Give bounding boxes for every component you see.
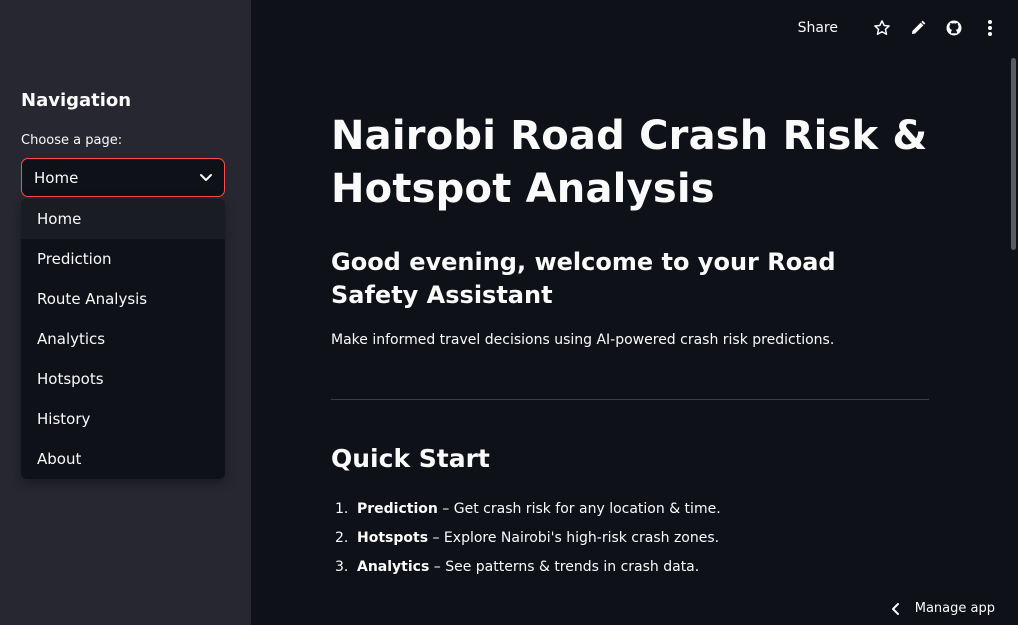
- github-icon[interactable]: [944, 18, 964, 38]
- page-select-label: Choose a page:: [21, 133, 123, 148]
- chevron-left-icon: [891, 602, 899, 615]
- list-item: 3. Analytics – See patterns & trends in c…: [331, 553, 931, 582]
- share-button[interactable]: Share: [798, 20, 838, 36]
- star-icon[interactable]: [872, 18, 892, 38]
- page-title: Nairobi Road Crash Risk & Hotspot Analys…: [331, 113, 928, 212]
- dropdown-item-route-analysis[interactable]: Route Analysis: [21, 279, 225, 319]
- sidebar-title: Navigation: [21, 90, 132, 111]
- list-item: 2. Hotspots – Explore Nairobi's high-risk…: [331, 524, 931, 553]
- step-title: Hotspots: [357, 530, 429, 546]
- app-root: Navigation Choose a page: Home Home Pred…: [0, 0, 1018, 625]
- scrollbar-thumb[interactable]: [1011, 58, 1016, 250]
- list-item: 1. Prediction – Get crash risk for any lo…: [331, 495, 931, 524]
- step-description: – See patterns & trends in crash data.: [429, 559, 700, 575]
- quick-start-list: 1. Prediction – Get crash risk for any lo…: [331, 495, 931, 582]
- dropdown-item-history[interactable]: History: [21, 399, 225, 439]
- manage-app-label: Manage app: [914, 601, 995, 616]
- page-select[interactable]: Home: [21, 158, 225, 197]
- dropdown-item-hotspots[interactable]: Hotspots: [21, 359, 225, 399]
- intro-text: Make informed travel decisions using AI-…: [331, 332, 835, 348]
- welcome-subtitle: Good evening, welcome to your Road Safet…: [331, 248, 836, 309]
- page-select-value: Home: [34, 169, 79, 187]
- pencil-icon[interactable]: [908, 18, 928, 38]
- dropdown-item-prediction[interactable]: Prediction: [21, 239, 225, 279]
- kebab-menu-icon[interactable]: [980, 18, 1000, 38]
- dropdown-item-home[interactable]: Home: [21, 199, 225, 239]
- dropdown-item-analytics[interactable]: Analytics: [21, 319, 225, 359]
- step-number: 2.: [335, 530, 349, 546]
- header-toolbar: Share: [798, 14, 1000, 42]
- main-content: Nairobi Road Crash Risk & Hotspot Analys…: [331, 110, 931, 582]
- step-title: Prediction: [357, 501, 438, 517]
- step-description: – Explore Nairobi's high-risk crash zone…: [428, 530, 720, 546]
- quick-start-heading: Quick Start: [331, 444, 490, 473]
- dropdown-item-about[interactable]: About: [21, 439, 225, 479]
- step-number: 1.: [335, 501, 349, 517]
- manage-app-button[interactable]: Manage app: [889, 601, 995, 616]
- chevron-up-icon: [200, 174, 212, 181]
- step-number: 3.: [335, 559, 349, 575]
- step-title: Analytics: [357, 559, 430, 575]
- divider: [331, 399, 929, 400]
- page-dropdown-list: Home Prediction Route Analysis Analytics…: [21, 199, 225, 479]
- step-description: – Get crash risk for any location & time…: [437, 501, 721, 517]
- sidebar: Navigation Choose a page: Home Home Pred…: [0, 0, 251, 625]
